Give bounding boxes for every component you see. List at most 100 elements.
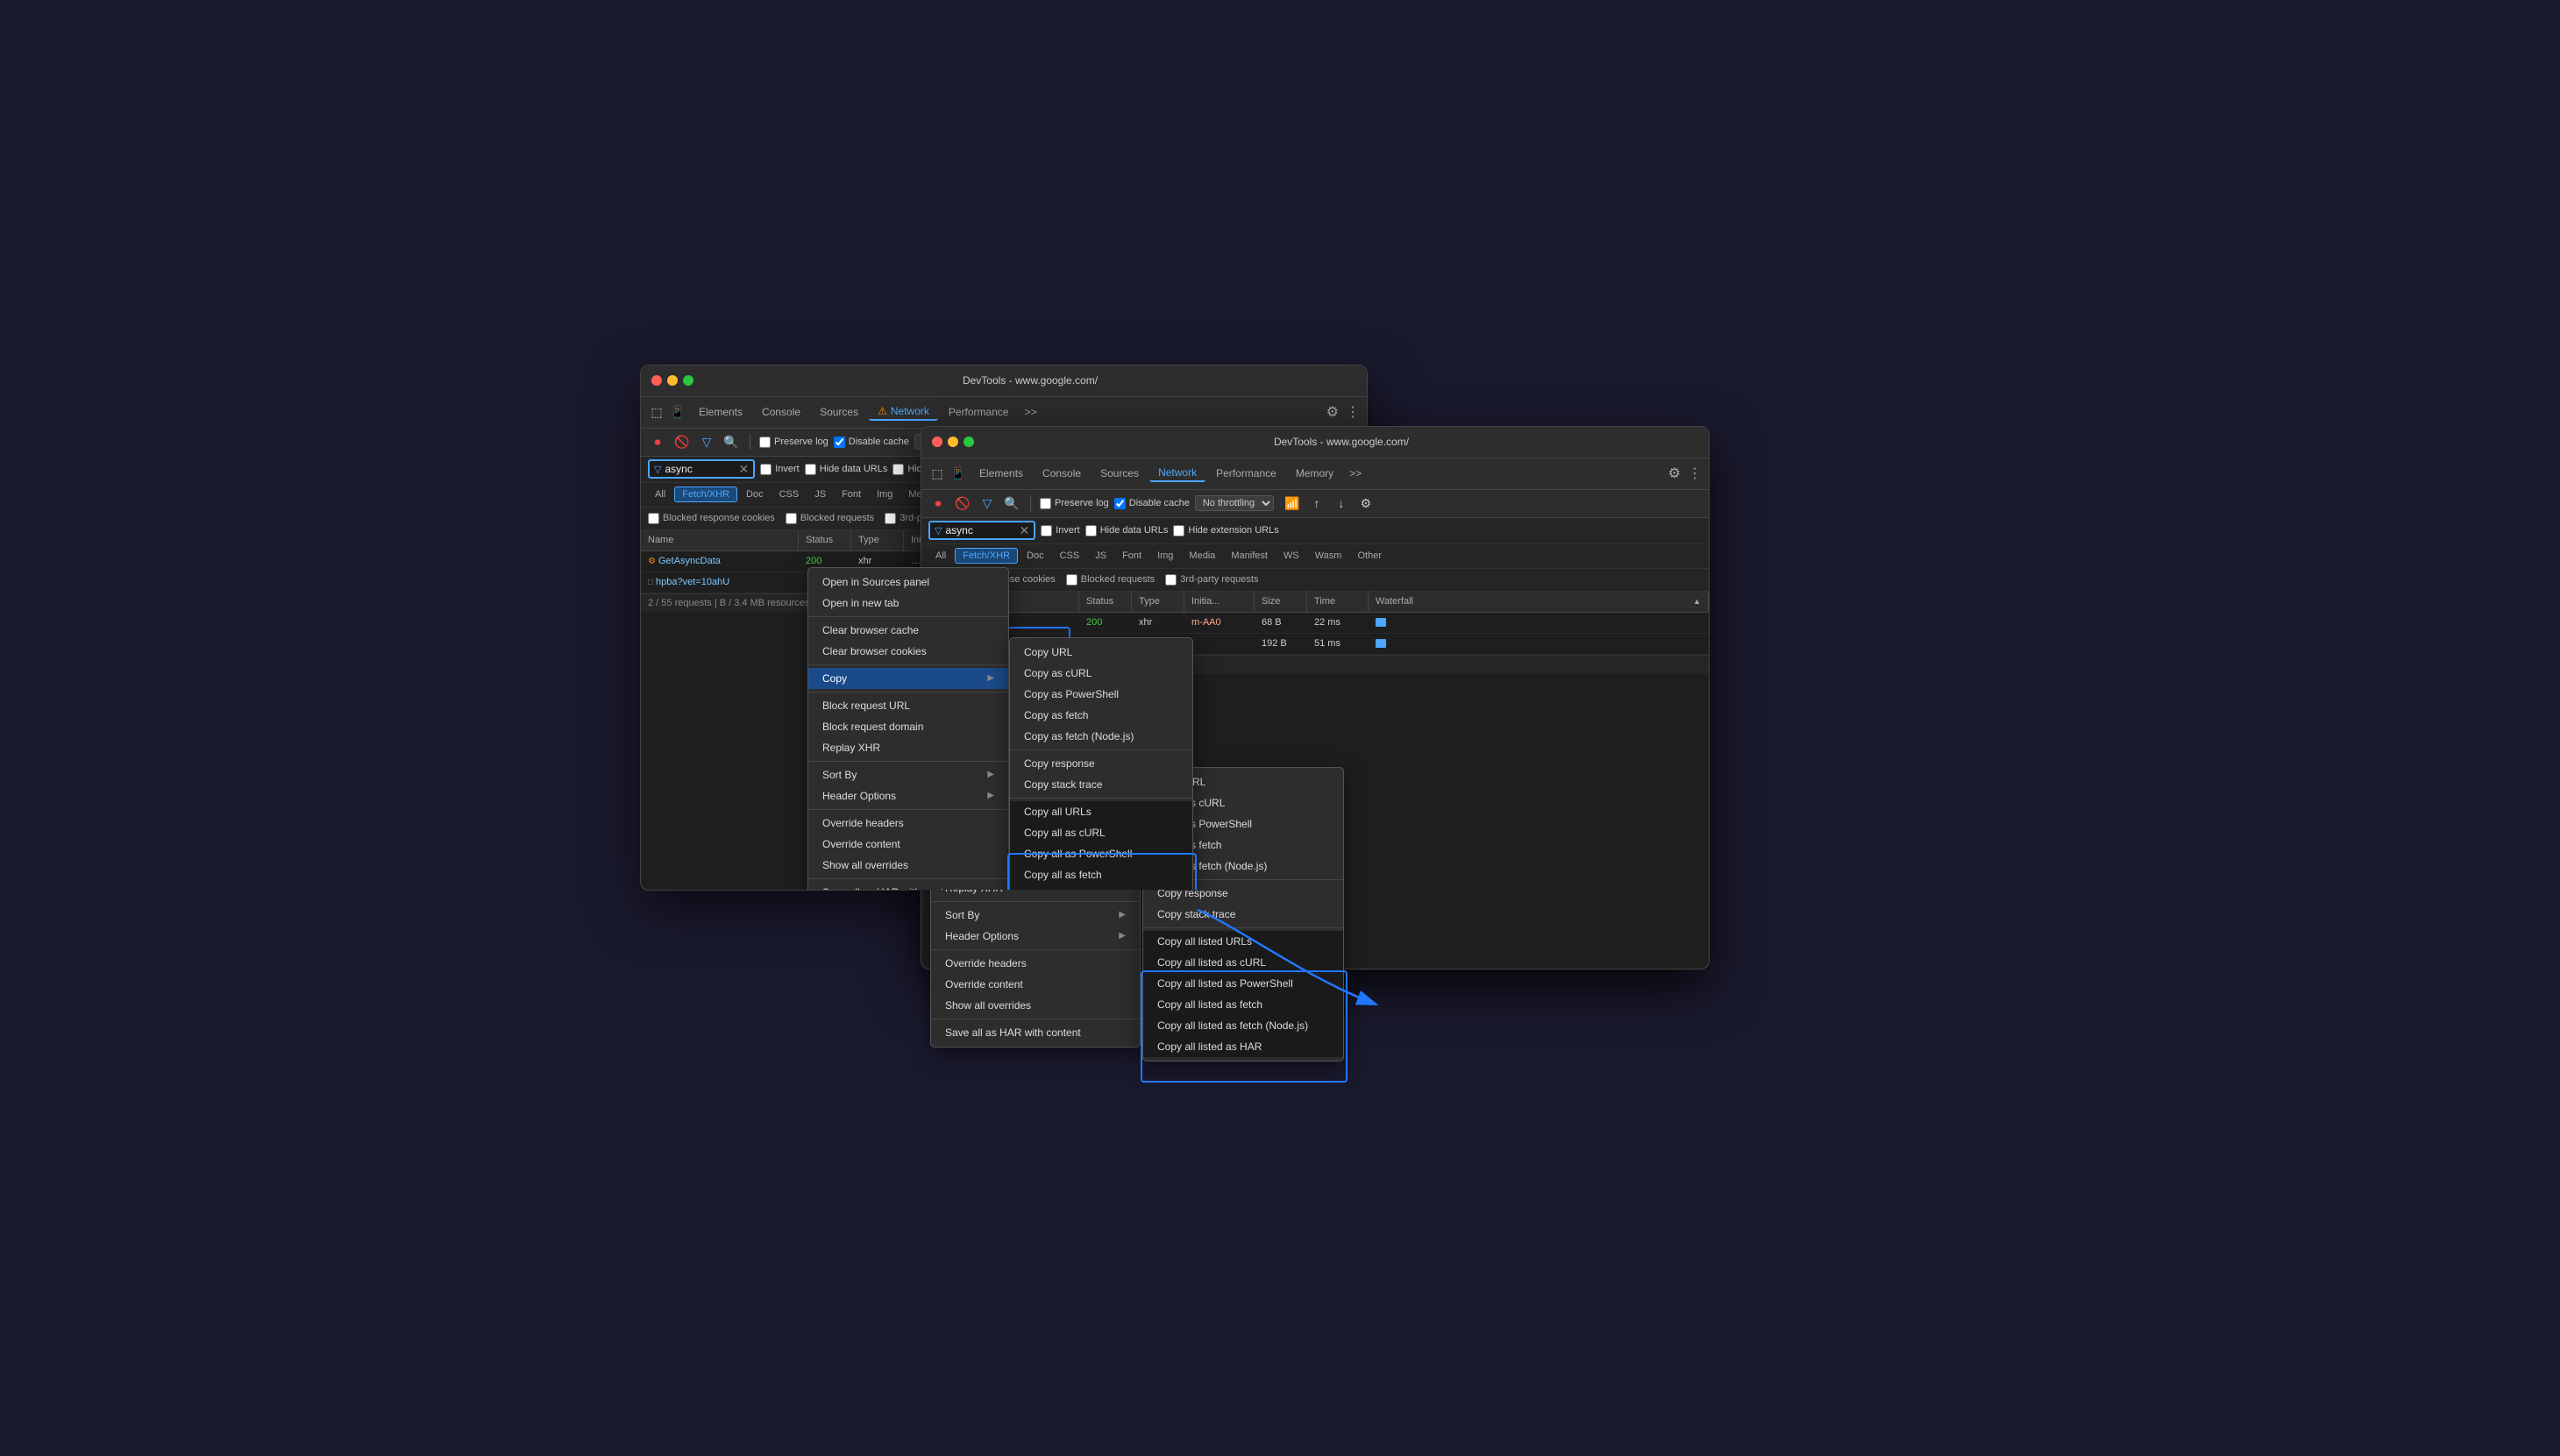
col-init-front[interactable]: Initia... (1184, 592, 1255, 612)
cs-copy-fetch-node-back[interactable]: Copy as fetch (Node.js) (1010, 726, 1192, 747)
col-waterfall-front[interactable]: Waterfall▲ (1369, 592, 1709, 612)
settings2-icon-front[interactable]: ⚙ (1356, 494, 1376, 513)
tab-performance-back[interactable]: Performance (940, 404, 1018, 420)
settings-icon-front[interactable]: ⚙ (1668, 465, 1681, 482)
search-input-back[interactable] (665, 463, 735, 475)
cs-copy-all-listed-curl-front[interactable]: Copy all listed as cURL (1143, 952, 1343, 973)
type-img-front[interactable]: Img (1150, 549, 1180, 563)
cm-header-opts-back[interactable]: Header Options▶ (808, 785, 1008, 806)
cs-copy-ps-back[interactable]: Copy as PowerShell (1010, 684, 1192, 705)
tab-elements-front[interactable]: Elements (971, 465, 1032, 481)
cm-override-headers-front[interactable]: Override headers (931, 953, 1140, 974)
invert-check-back[interactable] (760, 464, 772, 475)
col-status-front[interactable]: Status (1079, 592, 1132, 612)
inspect-icon[interactable]: ⬚ (648, 403, 665, 421)
search-icon-back[interactable]: 🔍 (722, 432, 741, 451)
more-icon-back[interactable]: ⋮ (1346, 403, 1360, 421)
type-doc-front[interactable]: Doc (1020, 549, 1051, 563)
type-fetchxhr-back[interactable]: Fetch/XHR (674, 487, 737, 502)
tab-network-back[interactable]: ⚠ Network (869, 403, 938, 421)
tab-network-front[interactable]: Network (1149, 465, 1205, 482)
cm-sort-back[interactable]: Sort By▶ (808, 764, 1008, 785)
cm-header-opts-front[interactable]: Header Options▶ (931, 926, 1140, 947)
search-box-front[interactable]: ▽ ✕ (928, 521, 1035, 540)
maximize-button[interactable] (683, 375, 693, 386)
cm-block-url-back[interactable]: Block request URL (808, 695, 1008, 716)
type-js-front[interactable]: JS (1088, 549, 1113, 563)
cm-clear-cache-back[interactable]: Clear browser cache (808, 620, 1008, 641)
type-media-front[interactable]: Media (1182, 549, 1222, 563)
col-name-back[interactable]: Name (641, 530, 799, 550)
copy-submenu-back[interactable]: Copy URL Copy as cURL Copy as PowerShell… (1009, 637, 1193, 891)
cs-copy-curl-back[interactable]: Copy as cURL (1010, 663, 1192, 684)
cm-copy-back[interactable]: Copy▶ (808, 668, 1008, 689)
tab-performance-front[interactable]: Performance (1207, 465, 1285, 481)
search-icon-front[interactable]: 🔍 (1002, 494, 1021, 513)
tab-memory-front[interactable]: Memory (1287, 465, 1342, 481)
cm-save-har-front[interactable]: Save all as HAR with content (931, 1022, 1140, 1043)
type-css-front[interactable]: CSS (1053, 549, 1087, 563)
more-icon-front[interactable]: ⋮ (1688, 465, 1702, 482)
tab-sources-front[interactable]: Sources (1092, 465, 1148, 481)
cs-copy-all-listed-ps-front[interactable]: Copy all listed as PowerShell (1143, 973, 1343, 994)
cs-copy-all-listed-urls-front[interactable]: Copy all listed URLs (1143, 931, 1343, 952)
cs-copy-stack-back[interactable]: Copy stack trace (1010, 774, 1192, 795)
cs-copy-all-listed-fetch-front[interactable]: Copy all listed as fetch (1143, 994, 1343, 1015)
close-button[interactable] (651, 375, 662, 386)
clear-btn-back[interactable]: 🚫 (672, 432, 692, 451)
blocked-requests-label-front[interactable]: Blocked requests (1066, 574, 1155, 586)
cm-override-content-front[interactable]: Override content (931, 974, 1140, 995)
wifi-icon-front[interactable]: 📶 (1283, 494, 1302, 513)
cm-open-sources-back[interactable]: Open in Sources panel (808, 572, 1008, 593)
hide-data-urls-label-front[interactable]: Hide data URLs (1085, 525, 1169, 536)
maximize-button-front[interactable] (964, 437, 974, 447)
type-ws-front[interactable]: WS (1276, 549, 1306, 563)
hide-data-urls-label-back[interactable]: Hide data URLs (805, 464, 888, 475)
filter-icon-front[interactable]: ▽ (978, 494, 997, 513)
hide-data-urls-check-front[interactable] (1085, 525, 1097, 536)
cs-copy-all-ps-back[interactable]: Copy all as PowerShell (1010, 843, 1192, 864)
cm-replay-back[interactable]: Replay XHR (808, 737, 1008, 758)
cm-override-content-back[interactable]: Override content (808, 834, 1008, 855)
blocked-requests-check-back[interactable] (786, 513, 797, 524)
tab-more-front[interactable]: >> (1344, 465, 1367, 481)
cm-block-domain-back[interactable]: Block request domain (808, 716, 1008, 737)
minimize-button-front[interactable] (948, 437, 958, 447)
cs-copy-all-curl-back[interactable]: Copy all as cURL (1010, 822, 1192, 843)
type-img-back[interactable]: Img (870, 487, 900, 501)
device-icon[interactable]: 📱 (669, 403, 686, 421)
tab-elements-back[interactable]: Elements (690, 404, 751, 420)
clear-btn-front[interactable]: 🚫 (953, 494, 972, 513)
blocked-requests-label-back[interactable]: Blocked requests (786, 513, 874, 524)
cm-show-overrides-back[interactable]: Show all overrides (808, 855, 1008, 876)
search-input-front[interactable] (945, 524, 1015, 536)
blocked-response-label-back[interactable]: Blocked response cookies (648, 513, 775, 524)
preserve-log-check-front[interactable] (1040, 498, 1051, 509)
disable-cache-label-front[interactable]: Disable cache (1114, 498, 1190, 509)
tab-console-front[interactable]: Console (1034, 465, 1090, 481)
type-manifest-front[interactable]: Manifest (1224, 549, 1275, 563)
inspect-icon-front[interactable]: ⬚ (928, 465, 946, 482)
type-wasm-front[interactable]: Wasm (1308, 549, 1349, 563)
hide-data-urls-check-back[interactable] (805, 464, 816, 475)
cs-copy-response-back[interactable]: Copy response (1010, 753, 1192, 774)
hide-ext-check-front[interactable] (1173, 525, 1184, 536)
cs-copy-url-back[interactable]: Copy URL (1010, 642, 1192, 663)
col-type-back[interactable]: Type (851, 530, 904, 550)
col-time-front[interactable]: Time (1307, 592, 1369, 612)
type-doc-back[interactable]: Doc (739, 487, 771, 501)
cs-copy-all-fetch-back[interactable]: Copy all as fetch (1010, 864, 1192, 885)
type-all-front[interactable]: All (928, 549, 953, 563)
upload-icon-front[interactable]: ↑ (1307, 494, 1326, 513)
blocked-requests-check-front[interactable] (1066, 574, 1077, 586)
filter-icon-back[interactable]: ▽ (697, 432, 716, 451)
hide-ext-check-back[interactable] (892, 464, 904, 475)
type-font-back[interactable]: Font (835, 487, 868, 501)
preserve-log-label-front[interactable]: Preserve log (1040, 498, 1109, 509)
type-css-back[interactable]: CSS (772, 487, 807, 501)
search-clear-back[interactable]: ✕ (738, 463, 749, 475)
type-fetchxhr-front[interactable]: Fetch/XHR (955, 548, 1018, 564)
cm-save-har-back[interactable]: Save all as HAR with content (808, 882, 1008, 891)
table-row-1-front[interactable]: ⚙GetAsyncData 200 xhr m-AA0 68 B 22 ms (921, 613, 1709, 634)
invert-label-front[interactable]: Invert (1041, 525, 1080, 536)
